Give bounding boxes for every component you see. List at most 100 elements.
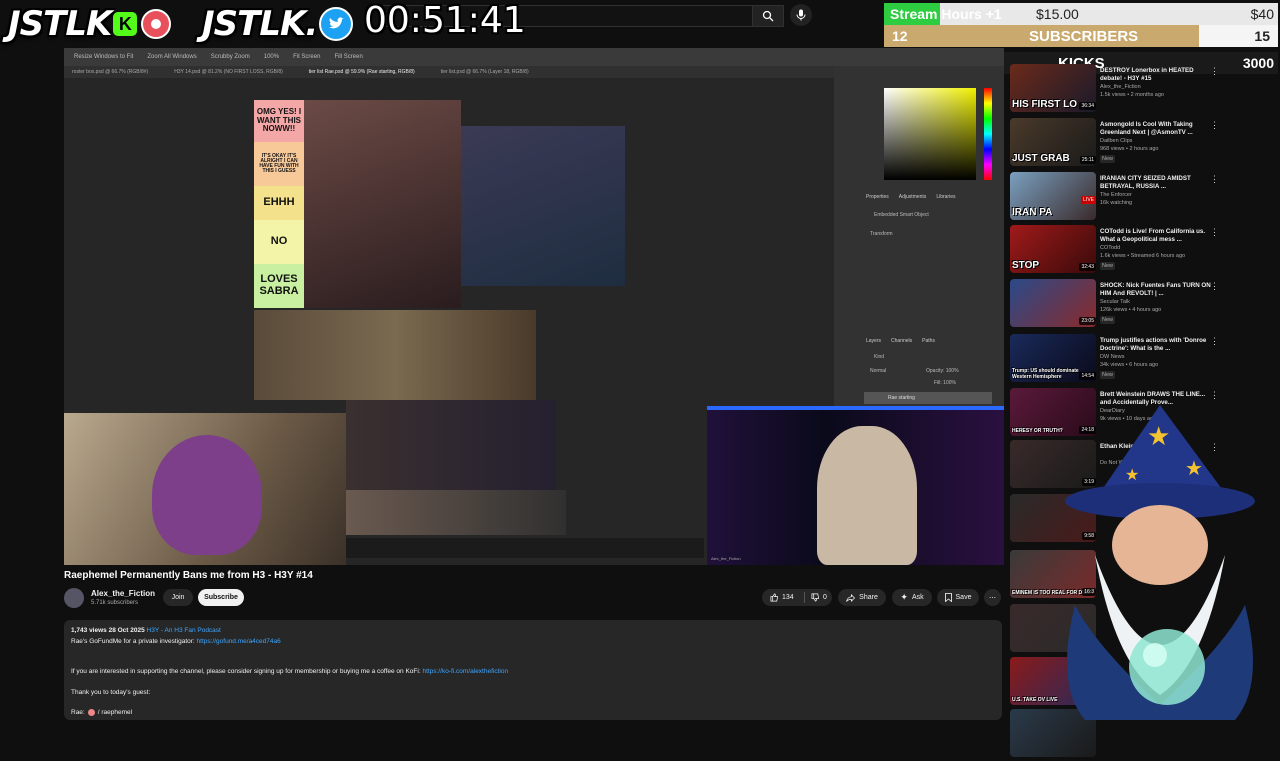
video-duration: LIVE: [1081, 196, 1096, 204]
more-vertical-icon[interactable]: ⋮: [1210, 174, 1219, 185]
more-vertical-icon[interactable]: ⋮: [1210, 390, 1219, 401]
video-duration: 23:05: [1079, 317, 1096, 325]
video-duration: 32:43: [1079, 263, 1096, 271]
more-vertical-icon[interactable]: ⋮: [1210, 120, 1219, 131]
svg-text:★: ★: [1125, 465, 1139, 484]
recommendation-thumbnail[interactable]: STOP 32:43: [1010, 225, 1096, 273]
tier-image-row3: [346, 490, 566, 535]
logo-text-left: JSTLK: [8, 4, 112, 44]
guest-avatar-icon: [87, 709, 95, 716]
video-description[interactable]: 1,743 views 28 Oct 2025 H3Y - An H3 Fan …: [64, 620, 1002, 720]
wizard-icon: ★ ★ ★: [1065, 405, 1255, 720]
recommendation-thumbnail[interactable]: HIS FIRST LO 36:34: [1010, 64, 1096, 112]
subscribe-button[interactable]: Subscribe: [198, 589, 244, 606]
more-actions-button[interactable]: ⋯: [984, 589, 1001, 606]
channel-avatar[interactable]: [64, 588, 84, 608]
recommendation-thumbnail[interactable]: Trump: US should dominate Western Hemisp…: [1010, 334, 1096, 382]
recommendation-item[interactable]: JUST GRAB 25:11 Asmongold Is Cool With Tak…: [1010, 118, 1280, 170]
twitter-icon: [319, 7, 354, 41]
recommendation-title[interactable]: IRANIAN CITY SEIZED AMIDST BETRAYAL, RUS…: [1100, 175, 1212, 191]
video-player[interactable]: Resize Windows to Fit Zoom All Windows S…: [64, 48, 1004, 565]
gofundme-link[interactable]: https://gofund.me/a4ced74a6: [197, 638, 281, 645]
recommendation-meta: 968 views • 2 hours ago: [1100, 146, 1159, 152]
more-vertical-icon[interactable]: ⋮: [1210, 281, 1219, 292]
save-button[interactable]: Save: [937, 589, 979, 606]
ps-option: Fit Screen: [293, 54, 321, 60]
dislike-count: 0: [823, 594, 827, 601]
recommendation-channel: The Enforcer: [1100, 192, 1132, 198]
dislike-button[interactable]: 0: [805, 593, 827, 602]
recommendation-title[interactable]: Asmongold Is Cool With Taking Greenland …: [1100, 121, 1212, 137]
search-icon: [762, 10, 774, 22]
windows-taskbar: [344, 538, 704, 558]
ps-option: Scrubby Zoom: [210, 54, 250, 60]
thumbnail-text: JUST GRAB: [1012, 153, 1070, 164]
new-badge: New: [1100, 316, 1116, 324]
recommendation-item[interactable]: 23:05 SHOCK: Nick Fuentes Fans TURN ON HI…: [1010, 279, 1280, 331]
stream-logo-right: JSTLK .: [202, 4, 354, 44]
recommendation-meta: 1.6k views • Streamed 6 hours ago: [1100, 253, 1186, 259]
join-button[interactable]: Join: [163, 589, 193, 606]
thumbs-down-icon: [811, 593, 820, 602]
recommendation-item[interactable]: Trump: US should dominate Western Hemisp…: [1010, 334, 1280, 386]
description-stats-line: 1,743 views 28 Oct 2025 H3Y - An H3 Fan …: [71, 627, 221, 634]
tier-label-4: NO: [254, 220, 304, 264]
opacity-value: 100%: [945, 368, 959, 374]
like-dislike-group: 134 0: [762, 589, 832, 606]
share-label: Share: [859, 594, 878, 601]
channels-tab: Channels: [891, 338, 913, 344]
recommendation-item[interactable]: STOP 32:43 COTodd is Live! From California…: [1010, 225, 1280, 277]
recommendation-item[interactable]: IRAN PA LIVE IRANIAN CITY SEIZED AMIDST BE…: [1010, 172, 1280, 224]
thumbnail-text: U.S. TAKE OV LIVE: [1012, 697, 1058, 703]
video-duration: 14:54: [1079, 372, 1096, 380]
stream-logo-left: JSTLK K: [8, 4, 172, 44]
stream-hours-current: $15.00: [1036, 6, 1079, 22]
opacity-control: Opacity: 100%: [926, 368, 959, 374]
ask-label: Ask: [911, 594, 924, 601]
description-hashtag[interactable]: H3Y - An H3 Fan Podcast: [147, 627, 221, 634]
save-label: Save: [955, 594, 972, 601]
ps-doc-tab: tier list Rae.psd @ 59.9% (Rae starting,…: [308, 69, 415, 75]
more-vertical-icon[interactable]: ⋮: [1210, 336, 1219, 347]
more-vertical-icon[interactable]: ⋮: [1210, 227, 1219, 238]
like-count: 134: [782, 594, 794, 601]
subscribers-current: 12: [892, 28, 908, 44]
recommendation-thumbnail[interactable]: 23:05: [1010, 279, 1096, 327]
webcam-label: Alex_the_Fiction: [711, 556, 741, 561]
recommendation-thumbnail[interactable]: JUST GRAB 25:11: [1010, 118, 1096, 166]
recommendation-title[interactable]: SHOCK: Nick Fuentes Fans TURN ON HIM And…: [1100, 282, 1212, 298]
tier-image-row: [254, 310, 536, 400]
new-badge: New: [1100, 155, 1116, 163]
libraries-tab: Libraries: [936, 194, 956, 200]
recommendation-item[interactable]: HIS FIRST LO 36:34 DESTROY Lonerbox in HEA…: [1010, 64, 1280, 116]
recommendation-title[interactable]: COTodd is Live! From California us. What…: [1100, 228, 1212, 244]
recommendation-channel: COTodd: [1100, 245, 1121, 251]
guest-handle-link[interactable]: / raephemel: [98, 709, 132, 716]
description-stats: 1,743 views 28 Oct 2025: [71, 627, 145, 634]
ps-doc-tab: H3Y 14.psd @ 81.2% (NO FIRST LOSS, RGB/8…: [174, 69, 283, 75]
stream-hours-target: $40: [1250, 6, 1274, 22]
voice-search-button[interactable]: [790, 4, 812, 26]
sparkle-icon: ✦: [900, 592, 908, 602]
search-button[interactable]: [752, 5, 784, 27]
recommendation-channel: Dailben Clips: [1100, 138, 1133, 144]
channel-subscribers: 5.71k subscribers: [91, 600, 139, 606]
logo-text-right: JSTLK: [202, 4, 306, 44]
recommendation-title[interactable]: DESTROY Lonerbox in HEATED debate! - H3Y…: [1100, 67, 1212, 83]
recommendation-thumbnail[interactable]: IRAN PA LIVE: [1010, 172, 1096, 220]
recommendation-meta: 34k views • 6 hours ago: [1100, 362, 1159, 368]
wizard-mascot-overlay: ★ ★ ★: [1055, 405, 1265, 720]
recommendation-title[interactable]: Trump justifies actions with 'Donroe Doc…: [1100, 337, 1212, 353]
description-line-4: Rae: / raephemel: [71, 709, 132, 716]
channel-name[interactable]: Alex_the_Fiction: [91, 589, 155, 598]
more-vertical-icon[interactable]: ⋮: [1210, 66, 1219, 77]
ps-doc-tab: tier list.psd @ 66.7% (Layer 18, RGB/8): [440, 69, 529, 75]
bookmark-icon: [944, 593, 952, 602]
like-button[interactable]: 134: [762, 593, 804, 602]
share-button[interactable]: Share: [838, 589, 886, 606]
description-line-2: If you are interested in supporting the …: [71, 668, 508, 675]
kofi-link[interactable]: https://ko-fi.com/alexthefiction: [422, 668, 508, 675]
stream-hours-goal: Stream Hours +1 $15.00 $40: [884, 3, 1278, 25]
hue-slider: [984, 88, 992, 180]
ask-button[interactable]: ✦ Ask: [892, 589, 932, 606]
